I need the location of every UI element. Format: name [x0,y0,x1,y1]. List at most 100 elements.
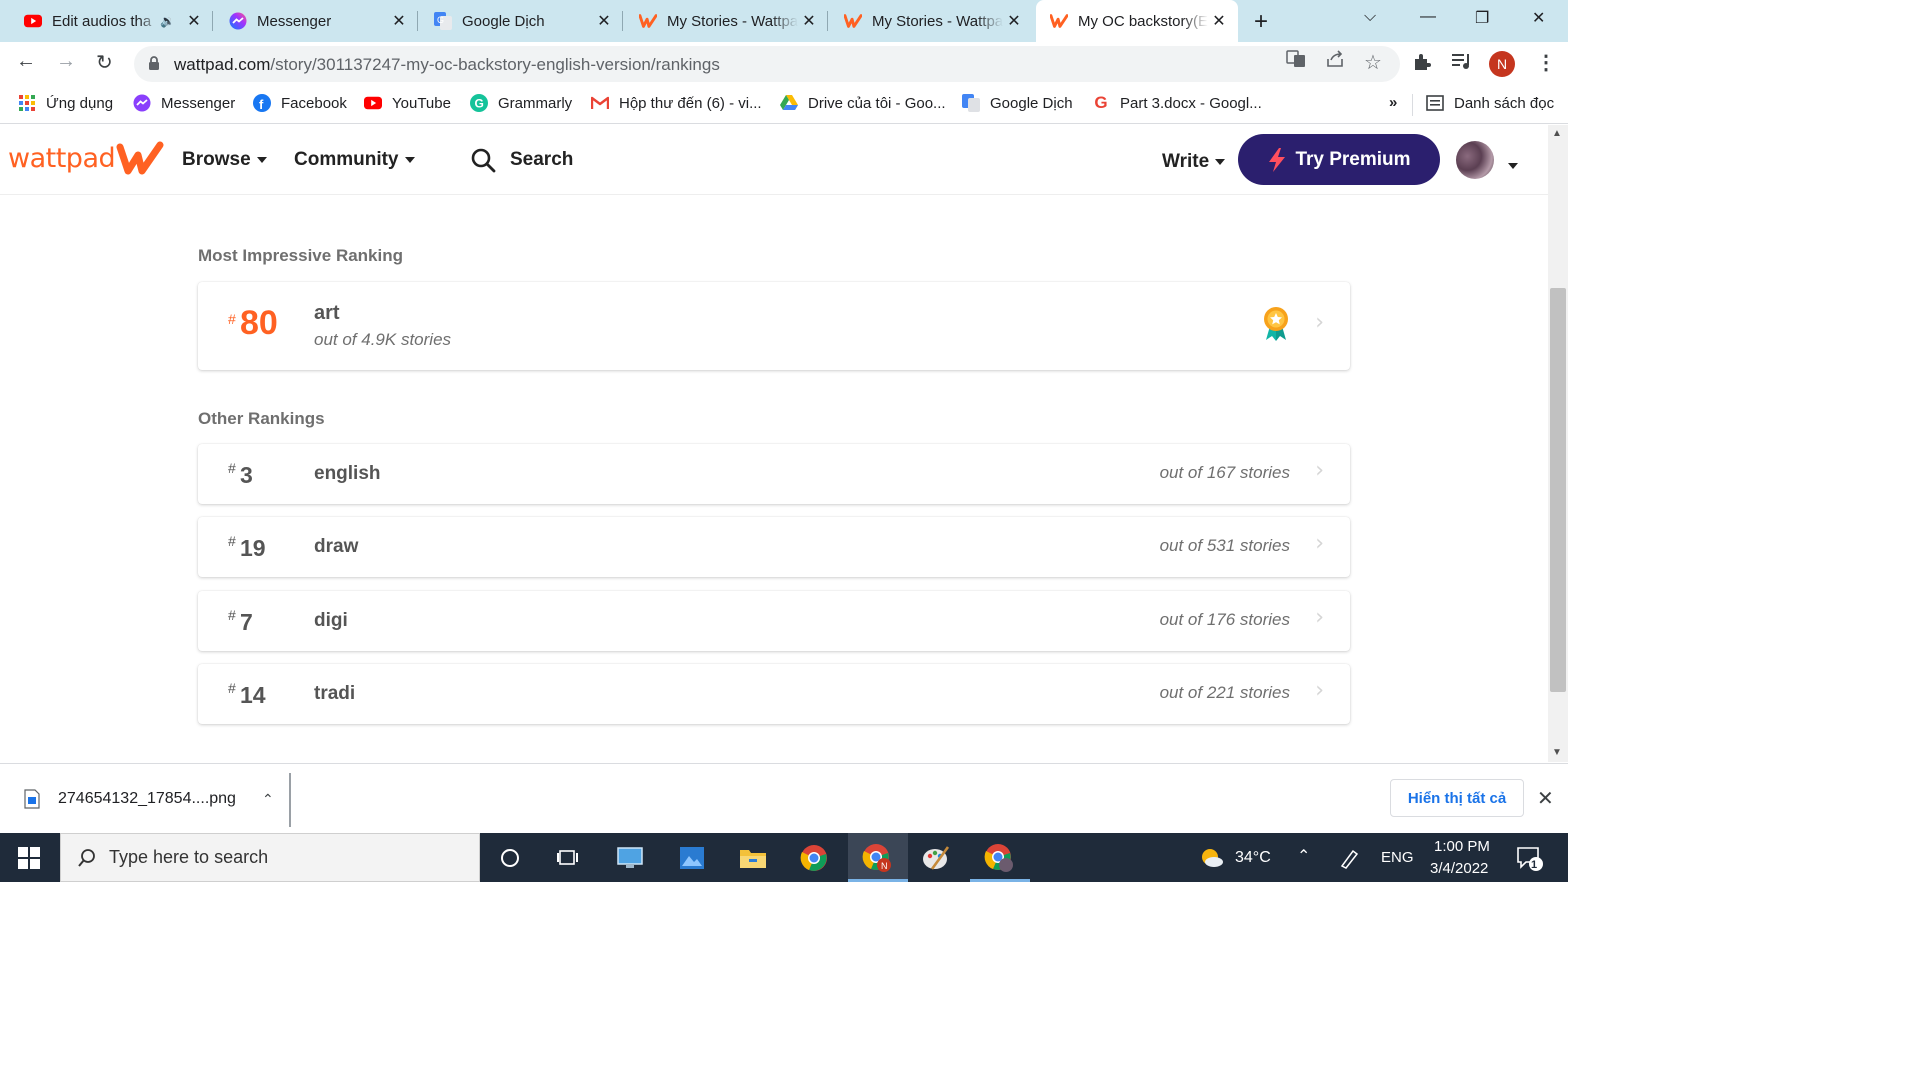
show-all-downloads-button[interactable]: Hiển thị tất cả [1390,779,1524,817]
close-download-bar-icon[interactable]: ✕ [1537,786,1554,811]
show-hidden-icons-chevron-icon[interactable]: ⌃ [1297,846,1310,866]
reload-icon[interactable]: ↻ [96,50,113,75]
pen-workspace-icon[interactable] [1334,842,1366,874]
bookmark-reading-list[interactable]: Danh sách đọc [1426,94,1554,112]
more-bookmarks-icon[interactable]: » [1389,94,1397,111]
browser-toolbar: ← → ↻ wattpad.com/story/301137247-my-oc-… [0,42,1568,86]
back-arrow-icon[interactable]: ← [16,50,36,73]
bookmark-grammarly[interactable]: G Grammarly [470,94,572,112]
bookmark-google-translate[interactable]: Google Dịch [962,94,1073,112]
try-premium-button[interactable]: Try Premium [1238,134,1440,185]
wattpad-logo[interactable]: wattpad [8,143,116,174]
bookmark-youtube[interactable]: YouTube [364,94,451,112]
messenger-icon [229,12,247,30]
photos-icon[interactable] [676,842,708,874]
reading-list-icon [1426,94,1444,112]
share-icon[interactable] [1325,50,1345,73]
close-tab-icon[interactable]: ✕ [1208,11,1230,31]
translate-page-icon[interactable] [1286,50,1306,73]
browse-menu[interactable]: Browse [182,149,267,171]
other-rankings-label: Other Rankings [198,409,325,428]
close-tab-icon[interactable]: ✕ [1003,11,1025,31]
ranking-row[interactable]: # 3 english out of 167 stories › [198,444,1350,504]
search-button[interactable]: Search [470,147,573,173]
close-tab-icon[interactable]: ✕ [388,11,410,31]
file-explorer-icon[interactable] [737,842,769,874]
tab-wattpad-active[interactable]: My OC backstory(E ✕ [1036,0,1238,42]
minimize-window-button[interactable]: — [1420,8,1436,26]
bookmark-facebook[interactable]: f Facebook [253,94,347,112]
cortana-icon[interactable] [494,842,526,874]
close-window-button[interactable]: ✕ [1532,8,1545,28]
address-bar[interactable]: wattpad.com/story/301137247-my-oc-backst… [134,46,1400,82]
close-tab-icon[interactable]: ✕ [593,11,615,31]
bookmark-divider [1412,94,1413,116]
scroll-down-arrow-icon[interactable]: ▼ [1552,747,1562,758]
bookmark-apps[interactable]: Ứng dụng [18,94,113,112]
scroll-up-arrow-icon[interactable]: ▲ [1552,128,1562,139]
taskbar-search-placeholder: Type here to search [109,847,269,867]
tab-search-chevron-icon[interactable]: ⌵ [1364,8,1376,26]
lightning-bolt-icon [1267,147,1287,172]
chevron-down-icon [404,156,415,163]
tab-google-translate[interactable]: G Google Dịch ✕ [420,0,623,42]
bookmark-label: Grammarly [498,94,573,112]
running-app-indicator [970,879,1030,882]
wattpad-icon [844,12,862,30]
ranking-row[interactable]: # 7 digi out of 176 stories › [198,591,1350,651]
chevron-down-icon [256,156,267,163]
bookmark-messenger[interactable]: Messenger [133,94,235,112]
chrome-profile-avatar[interactable]: N [1489,51,1515,77]
tab-wattpad-my-stories-1[interactable]: My Stories - Wattpa ✕ [625,0,828,42]
extensions-puzzle-icon[interactable] [1412,52,1432,78]
chrome-icon[interactable] [798,842,830,874]
lock-icon[interactable] [148,56,160,76]
write-menu[interactable]: Write [1162,151,1226,173]
ranking-row[interactable]: # 14 tradi out of 221 stories › [198,664,1350,724]
audio-playing-icon[interactable]: 🔉 [160,14,175,28]
clock-time[interactable]: 1:00 PM [1434,838,1490,855]
scrollbar-thumb[interactable] [1550,288,1566,692]
new-tab-button[interactable]: + [1254,8,1268,36]
bookmark-google-drive[interactable]: Drive của tôi - Goo... [780,94,946,112]
windows-start-icon[interactable] [18,847,40,874]
forward-arrow-icon[interactable]: → [56,50,76,73]
community-menu[interactable]: Community [294,149,415,171]
chrome-menu-icon[interactable]: ⋮ [1536,50,1556,75]
close-tab-icon[interactable]: ✕ [798,11,820,31]
weather-sun-icon[interactable] [1196,842,1228,874]
chevron-right-icon: › [1315,310,1324,335]
tab-wattpad-my-stories-2[interactable]: My Stories - Wattpa ✕ [830,0,1033,42]
bookmark-gmail[interactable]: Hộp thư đến (6) - vi... [591,94,762,112]
svg-text:G: G [475,97,484,111]
bookmark-google-docs[interactable]: G Part 3.docx - Googl... [1092,93,1261,112]
ranking-row[interactable]: # 19 draw out of 531 stories › [198,517,1350,577]
notification-center-icon[interactable] [1514,842,1546,874]
ranking-out-of: out of 531 stories [1159,536,1290,555]
profile-menu-chevron-icon[interactable] [1508,157,1518,175]
wattpad-w-logo-icon[interactable] [116,141,164,182]
user-avatar[interactable] [1456,141,1494,179]
chrome-profile-icon[interactable] [983,842,1015,874]
restore-window-button[interactable]: ❐ [1475,8,1489,28]
task-view-icon[interactable] [552,842,584,874]
ranking-tag: tradi [314,683,356,704]
input-language[interactable]: ENG [1381,849,1414,866]
chevron-right-icon: › [1315,605,1324,630]
chevron-up-icon[interactable]: ⌃ [262,791,274,808]
tab-messenger[interactable]: Messenger ✕ [215,0,418,42]
chrome-profile-n-icon[interactable]: N [861,842,893,874]
media-control-icon[interactable] [1451,52,1473,76]
bookmark-star-icon[interactable]: ☆ [1364,50,1382,75]
weather-temperature[interactable]: 34°C [1235,849,1271,867]
paint-icon[interactable] [920,842,952,874]
top-ranking-card[interactable]: # 80 art out of 4.9K stories › [198,282,1350,370]
clock-date[interactable]: 3/4/2022 [1430,860,1488,877]
download-item[interactable]: 274654132_17854....png ⌃ [24,789,274,809]
remote-desktop-icon[interactable] [614,842,646,874]
tab-separator [417,11,418,31]
ranking-out-of: out of 167 stories [1159,463,1290,482]
taskbar-search-box[interactable]: Type here to search [60,833,480,882]
close-tab-icon[interactable]: ✕ [183,11,205,31]
tab-youtube[interactable]: Edit audios tha 🔉 ✕ [10,0,213,42]
